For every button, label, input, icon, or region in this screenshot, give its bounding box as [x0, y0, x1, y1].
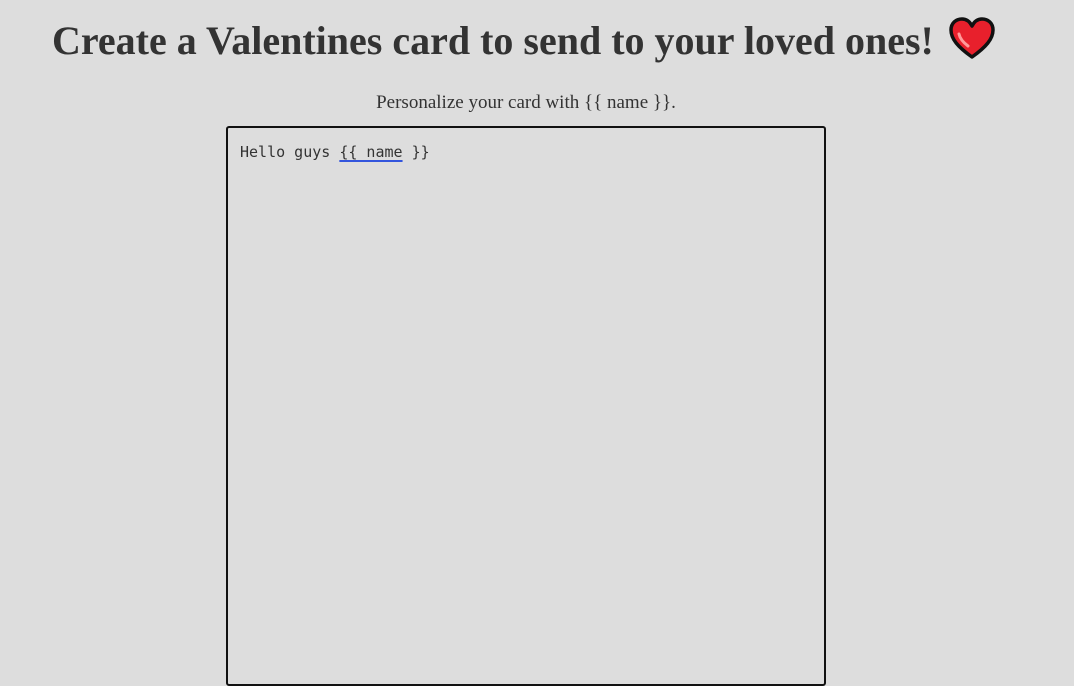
subtitle: Personalize your card with {{ name }}.: [376, 92, 676, 113]
page-title-text: Create a Valentines card to send to your…: [52, 18, 934, 63]
card-text-editor[interactable]: Hello guys {{ name }}: [226, 126, 826, 686]
heart-icon: [948, 16, 996, 60]
editor-text-before: Hello guys: [240, 143, 340, 161]
page-title: Create a Valentines card to send to your…: [52, 14, 996, 68]
editor-text-after: }}: [402, 143, 430, 161]
name-placeholder-token: {{ name: [339, 143, 403, 161]
